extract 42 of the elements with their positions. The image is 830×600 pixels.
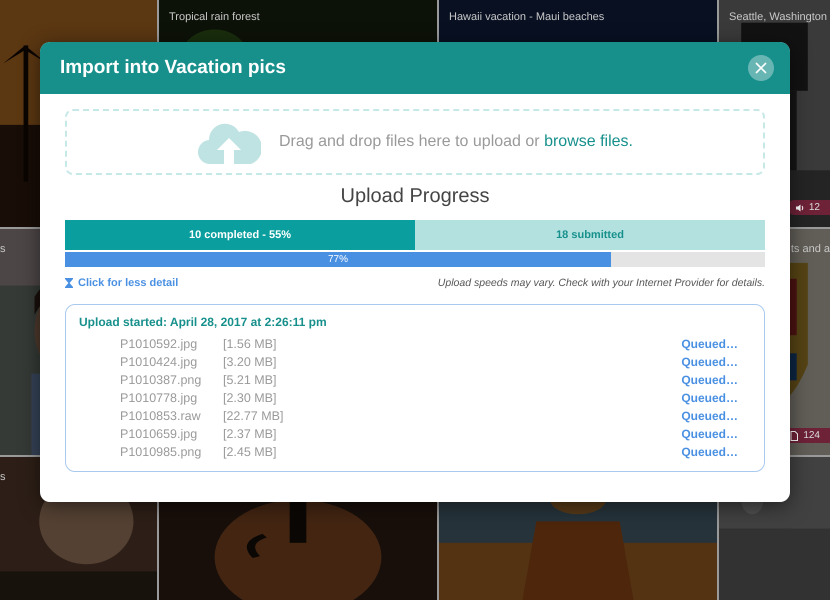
- completed-segment: 10 completed - 55%: [65, 220, 415, 250]
- drop-zone[interactable]: Drag and drop files here to upload or browse files.: [65, 109, 765, 175]
- close-button[interactable]: [748, 55, 774, 81]
- hourglass-icon: [65, 278, 73, 288]
- file-size: [2.37 MB]: [223, 427, 278, 441]
- file-name: P1010985.png: [120, 445, 202, 459]
- file-name: P1010424.jpg: [120, 355, 198, 369]
- file-status: Queued…: [681, 373, 738, 387]
- file-size: [2.45 MB]: [223, 445, 278, 459]
- photo-caption: s: [0, 471, 6, 483]
- file-name: P1010853.raw: [120, 409, 202, 423]
- file-size: [1.56 MB]: [223, 337, 278, 351]
- file-name: P1010592.jpg: [120, 337, 198, 351]
- file-status: Queued…: [681, 355, 738, 369]
- batch-title: Upload started: April 28, 2017 at 2:26:11 pm: [79, 315, 328, 329]
- file-name: P1010778.jpg: [120, 391, 198, 405]
- progress-heading: Upload Progress: [340, 185, 490, 208]
- file-status: Queued…: [681, 409, 738, 423]
- file-status: Queued…: [681, 445, 738, 459]
- browse-files-link[interactable]: browse files.: [544, 133, 633, 150]
- dialog-title: Import into Vacation pics: [60, 57, 286, 79]
- file-size: [2.30 MB]: [223, 391, 278, 405]
- speed-note: Upload speeds may vary. Check with your Internet Provider for details.: [438, 277, 765, 289]
- photo-caption: Hawaii vacation - Maui beaches: [449, 11, 604, 23]
- file-status: Queued…: [681, 427, 738, 441]
- photo-caption: ts and a: [790, 243, 830, 255]
- file-size: [5.21 MB]: [223, 373, 278, 387]
- speaker-icon: [794, 202, 805, 212]
- file-name: P1010659.jpg: [120, 427, 198, 441]
- close-icon: [755, 62, 767, 74]
- drop-instructions: Drag and drop files here to upload or browse files.: [279, 133, 633, 151]
- submitted-label: 18 submitted: [555, 228, 625, 243]
- bytes-progress-fill: 77%: [65, 252, 611, 267]
- file-name: P1010387.png: [120, 373, 202, 387]
- photo-caption: Seattle, Washington: [729, 11, 828, 23]
- file-status: Queued…: [681, 391, 738, 405]
- file-size: [22.77 MB]: [223, 409, 284, 423]
- less-detail-link[interactable]: Click for less detail: [65, 277, 178, 289]
- file-size: [3.20 MB]: [223, 355, 278, 369]
- photo-caption: Tropical rain forest: [169, 11, 260, 23]
- photo-caption: s: [0, 243, 6, 255]
- file-status: Queued…: [681, 337, 738, 351]
